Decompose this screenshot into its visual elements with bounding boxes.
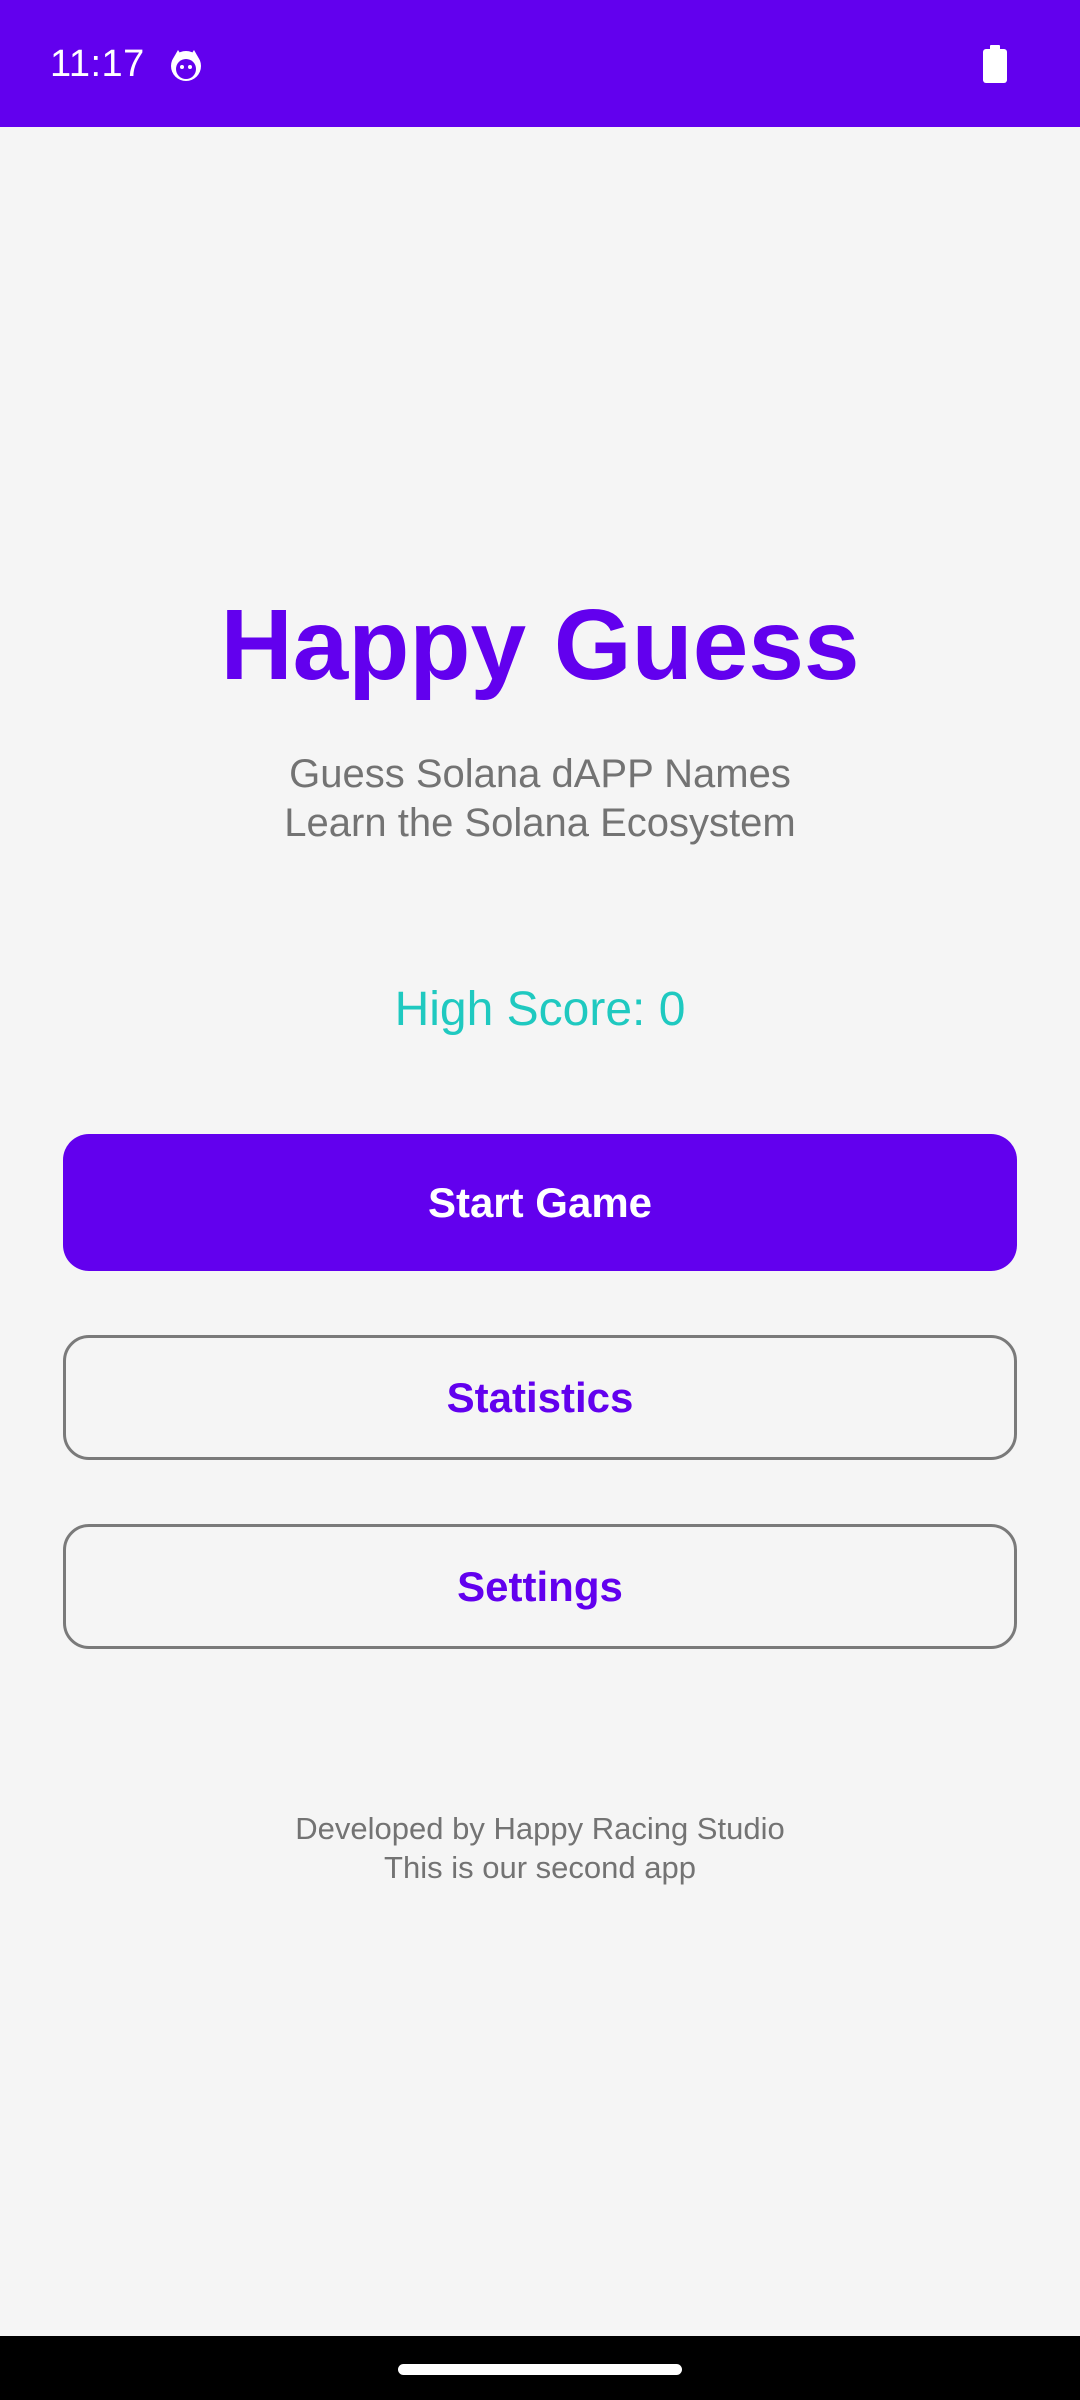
- start-game-label: Start Game: [427, 1178, 653, 1226]
- subtitle-line-1: Guess Solana dAPP Names: [289, 752, 791, 796]
- high-score-label: High Score: 0: [394, 983, 686, 1036]
- statistics-label: Statistics: [446, 1373, 634, 1421]
- statistics-button[interactable]: Statistics: [63, 1335, 1017, 1460]
- status-time: 11:17: [50, 43, 145, 85]
- footer-credits: Developed by Happy Racing Studio This is…: [0, 1809, 1080, 1887]
- subtitle-line-2: Learn the Solana Ecosystem: [284, 801, 796, 845]
- footer-line-2: This is our second app: [384, 1850, 696, 1885]
- cat-face-icon: [171, 50, 201, 81]
- status-bar: 11:17: [0, 0, 1080, 127]
- navigation-bar: [0, 2336, 1080, 2400]
- app-subtitle: Guess Solana dAPP Names Learn the Solana…: [0, 750, 1080, 848]
- footer-line-1: Developed by Happy Racing Studio: [295, 1811, 785, 1846]
- battery-full-icon: [983, 45, 1007, 83]
- settings-button[interactable]: Settings: [63, 1524, 1017, 1649]
- home-gesture-handle[interactable]: [398, 2364, 682, 2375]
- app-title: Happy Guess: [220, 589, 860, 701]
- start-game-button[interactable]: Start Game: [63, 1134, 1017, 1271]
- settings-label: Settings: [457, 1562, 623, 1610]
